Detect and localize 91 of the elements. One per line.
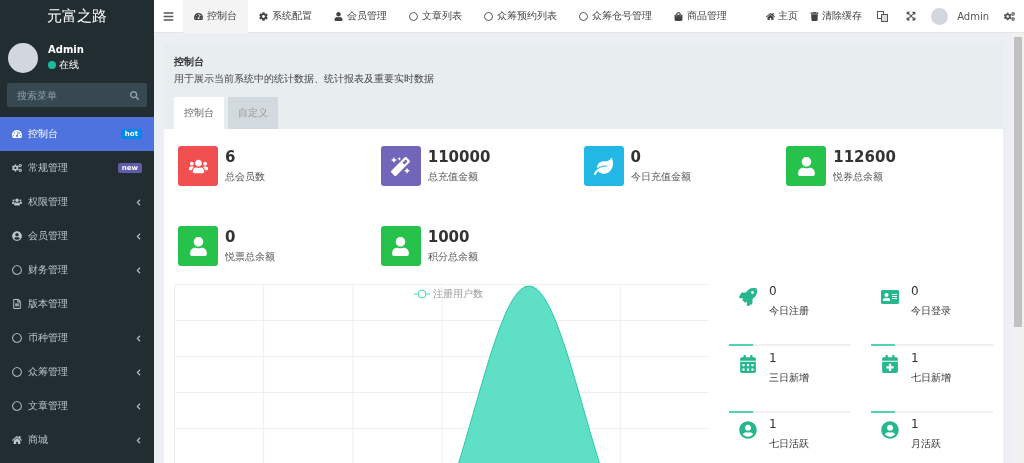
menu-label: 文章管理 xyxy=(28,399,69,413)
trash-icon xyxy=(810,11,820,21)
stat-label: 今日登录 xyxy=(911,304,951,318)
nav-tab[interactable]: 系统配置 xyxy=(248,0,323,33)
menu-label: 控制台 xyxy=(28,127,59,141)
document-icon xyxy=(12,299,22,309)
search-field[interactable]: 搜索菜单 xyxy=(7,83,147,107)
nav-tab[interactable]: 文章列表 xyxy=(398,0,473,33)
legend-marker-icon xyxy=(414,289,430,299)
stat-label: 七日新增 xyxy=(911,370,951,385)
scrollbar-thumb[interactable] xyxy=(1014,37,1022,327)
stat-value: 0 xyxy=(630,148,642,166)
page-title: 控制台 xyxy=(174,55,205,69)
search-field[interactable]: 搜索菜单 xyxy=(15,83,130,107)
menu-item[interactable]: 众筹管理 xyxy=(0,355,154,389)
gears-icon xyxy=(12,163,22,173)
dashboard-icon xyxy=(12,129,22,139)
page-description: 用于展示当前系统中的统计数据、统计报表及重要实时数据 xyxy=(174,72,435,86)
stat-label: 三日新增 xyxy=(769,370,809,385)
user-icon xyxy=(334,11,343,21)
stat-value: 112600 xyxy=(833,148,896,166)
dashboard-icon xyxy=(194,11,203,21)
accent-bar xyxy=(871,410,895,413)
app-logo: 元富之路 xyxy=(46,6,108,27)
menu-label: 常规管理 xyxy=(28,161,69,175)
nav-tab[interactable]: 众筹预约列表 xyxy=(473,0,568,33)
stat-label: 七日活跃 xyxy=(769,437,809,452)
menu-label: 权限管理 xyxy=(28,195,69,209)
stat-label: 悦票总余额 xyxy=(225,250,275,264)
home-icon xyxy=(12,435,22,445)
accent-bar xyxy=(729,344,753,346)
user-icon xyxy=(391,236,411,256)
rocket-icon xyxy=(739,288,757,306)
user-name: Admin xyxy=(48,44,84,55)
avatar-icon xyxy=(931,7,949,25)
translate-icon[interactable] xyxy=(877,10,889,22)
menu-item[interactable]: 商城 xyxy=(0,423,154,457)
panel-tab[interactable]: 控制台 xyxy=(174,97,224,129)
stat-label: 积分总余额 xyxy=(427,250,478,264)
user-status: 在线 xyxy=(59,58,79,72)
magic-wand-icon xyxy=(391,156,411,176)
stat-value: 0 xyxy=(769,284,778,298)
stat-label: 今日注册 xyxy=(769,304,809,318)
stat-value: 0 xyxy=(911,284,920,298)
menu-label: 财务管理 xyxy=(28,263,69,277)
nav-tab[interactable]: 会员管理 xyxy=(323,0,398,33)
stat-label: 今日充值金额 xyxy=(630,170,691,184)
user-icon xyxy=(796,156,816,176)
home-icon xyxy=(766,11,776,21)
menu-label: 版本管理 xyxy=(28,297,69,311)
menu-item[interactable]: 财务管理 xyxy=(0,253,154,287)
leaf-icon xyxy=(594,156,613,176)
stat-value: 1 xyxy=(769,417,778,432)
user-menu[interactable]: Admin xyxy=(925,7,995,25)
stat-value: 1 xyxy=(911,350,920,365)
nav-tab[interactable]: 控制台 xyxy=(183,0,248,33)
gear-icon xyxy=(259,11,268,21)
calendar-icon xyxy=(739,354,757,373)
menu-item[interactable]: 权限管理 xyxy=(0,185,154,219)
menu-label: 商城 xyxy=(28,433,49,447)
stat-value: 110000 xyxy=(427,148,491,166)
bag-icon xyxy=(674,11,683,21)
stat-label: 总会员数 xyxy=(225,170,265,184)
search-icon xyxy=(130,90,139,100)
accent-bar xyxy=(729,410,753,413)
nav-link[interactable]: 清除缓存 xyxy=(804,9,869,23)
id-card-icon xyxy=(881,288,899,306)
menu-item[interactable]: 版本管理 xyxy=(0,287,154,321)
stat-value: 6 xyxy=(225,148,237,166)
menu-item[interactable]: 币种管理 xyxy=(0,321,154,355)
menu-item[interactable]: 文章管理 xyxy=(0,389,154,423)
nav-tab[interactable]: 商品管理 xyxy=(663,0,738,33)
calendar-plus-icon xyxy=(881,354,899,373)
avatar-icon xyxy=(8,43,38,73)
legend-label: 注册用户数 xyxy=(433,287,483,301)
menu-label: 币种管理 xyxy=(28,331,69,345)
user-icon xyxy=(188,236,208,256)
stat-value: 1 xyxy=(769,350,778,365)
menu-item[interactable]: 会员管理 xyxy=(0,219,154,253)
nav-link[interactable]: 主页 xyxy=(760,9,805,23)
stat-label: 月活跃 xyxy=(911,437,941,452)
stat-value: 1 xyxy=(911,417,920,432)
stat-value: 1000 xyxy=(427,228,471,246)
users-icon xyxy=(12,197,22,207)
accent-bar xyxy=(871,344,895,346)
menu-label: 会员管理 xyxy=(28,229,69,243)
stat-label: 悦券总余额 xyxy=(833,170,885,184)
stat-value: 0 xyxy=(225,228,237,246)
menu-label: 众筹管理 xyxy=(28,365,69,379)
nav-tab[interactable]: 众筹仓号管理 xyxy=(568,0,663,33)
stat-label: 总充值金额 xyxy=(427,170,479,184)
